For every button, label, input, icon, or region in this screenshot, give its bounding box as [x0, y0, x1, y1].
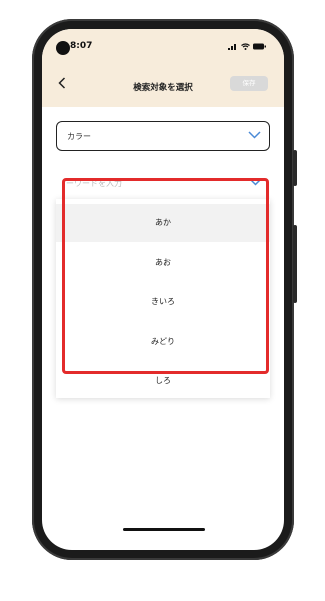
signal-icon	[228, 44, 236, 50]
side-button	[293, 150, 297, 186]
app-screen: 8:07 検索対象を選択 保存 カラー ーワードを入力 あか あお きいろ みど…	[42, 29, 284, 550]
side-button	[293, 225, 297, 303]
category-select-value: カラー	[67, 132, 91, 141]
camera-icon	[56, 41, 70, 55]
dropdown-option[interactable]: あお	[56, 244, 270, 282]
status-time: 8:07	[70, 41, 93, 51]
dropdown-option[interactable]: あか	[56, 204, 270, 242]
dropdown-option[interactable]: しろ	[56, 362, 270, 400]
wifi-icon	[241, 43, 250, 50]
keyword-placeholder: ーワードを入力	[66, 179, 122, 188]
dropdown-list: あか あお きいろ みどり しろ	[56, 199, 270, 398]
battery-icon	[253, 43, 266, 50]
dropdown-option[interactable]: きいろ	[56, 283, 270, 321]
status-icons	[228, 43, 266, 50]
save-button[interactable]: 保存	[230, 76, 268, 91]
top-bar: 8:07 検索対象を選択 保存	[42, 29, 284, 107]
chevron-down-icon	[249, 178, 262, 186]
dropdown-option[interactable]: みどり	[56, 323, 270, 361]
category-select[interactable]: カラー	[56, 121, 270, 151]
home-indicator	[123, 528, 205, 531]
chevron-down-icon	[248, 131, 261, 139]
keyword-input[interactable]: ーワードを入力	[56, 169, 270, 199]
phone-frame: 8:07 検索対象を選択 保存 カラー ーワードを入力 あか あお きいろ みど…	[32, 19, 294, 560]
